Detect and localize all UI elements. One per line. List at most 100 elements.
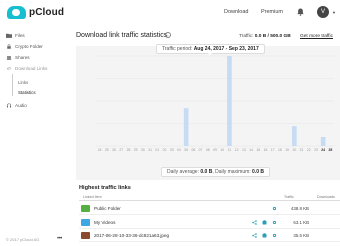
column-header-linked-item[interactable]: Linked Item xyxy=(83,195,102,199)
traffic-summary: Traffic: 0.0 B / 500.0 GB xyxy=(239,34,291,39)
x-tick-label: 05 xyxy=(184,148,188,152)
table-header: Linked Item Traffic Downloads xyxy=(79,194,340,201)
traffic-value: 438.8 KB xyxy=(290,206,309,211)
image-thumbnail xyxy=(81,232,90,239)
chevron-down-icon[interactable]: ▼ xyxy=(332,10,336,15)
notification-bell-icon[interactable] xyxy=(297,8,304,16)
sidebar-item-crypto-folder[interactable]: Crypto Folder xyxy=(6,44,43,49)
x-tick-label: 30 xyxy=(141,148,145,152)
x-tick-label: 04 xyxy=(177,148,181,152)
traffic-bar-chart: 24 25 26 27 28 29 30 31 01 02 03 04 05 06 07 08 09 10 11 12… xyxy=(96,55,334,152)
cloud-logo-icon xyxy=(7,6,26,19)
sidebar-item-label: Shares xyxy=(15,55,30,60)
x-tick-label: 02 xyxy=(163,148,167,152)
daily-stats-badge: Daily average: 0.0 B, Daily maximum: 0.0… xyxy=(161,167,270,177)
x-tick-label: 25 xyxy=(329,148,333,152)
settings-gear-icon[interactable] xyxy=(272,220,277,225)
column-header-downloads[interactable]: Downloads xyxy=(317,195,335,199)
link-name[interactable]: My Videos xyxy=(94,220,115,225)
user-avatar[interactable]: V xyxy=(317,6,329,18)
traffic-value: 0.0 B / 500.0 GB xyxy=(254,34,291,39)
nav-download[interactable]: Download xyxy=(224,9,248,15)
share-icon[interactable] xyxy=(252,233,257,238)
daily-max-value: 0.0 B xyxy=(252,169,264,175)
headphones-icon xyxy=(6,103,12,108)
traffic-value: 63.1 KB xyxy=(293,219,309,225)
x-tick-label: 13 xyxy=(242,148,246,152)
traffic-period-badge: Traffic period: Aug 24, 2017 - Sep 23, 2… xyxy=(156,44,265,56)
share-icon[interactable] xyxy=(252,219,257,225)
period-label: Traffic period: xyxy=(162,46,194,52)
lock-icon xyxy=(7,44,11,49)
brand-name: pCloud xyxy=(29,7,65,18)
x-tick-label: 11 xyxy=(228,148,232,152)
x-tick-label: 16 xyxy=(264,148,268,152)
x-tick-label: 10 xyxy=(220,148,224,152)
copy-link-icon[interactable] xyxy=(262,233,267,238)
sidebar-item-audio[interactable]: Audio xyxy=(6,103,27,108)
x-tick-label: 15 xyxy=(256,148,260,152)
settings-gear-icon[interactable] xyxy=(272,233,277,238)
sidebar-item-label: Download Links xyxy=(15,66,48,71)
top-header: pCloud Download Premium V ▼ xyxy=(0,0,340,26)
sidebar-item-label: Audio xyxy=(15,103,27,108)
x-tick-label: 21 xyxy=(300,148,304,152)
table-row[interactable]: Public Folder 438.8 KB xyxy=(79,202,340,215)
link-name[interactable]: 2017-06-28-10-33-36-dc821a63.jpeg xyxy=(94,233,169,238)
x-tick-label: 23 xyxy=(314,148,318,152)
sidebar-item-statistics[interactable]: Statistics xyxy=(18,90,36,95)
x-tick-label: 03 xyxy=(170,148,174,152)
x-tick-label: 06 xyxy=(191,148,195,152)
chart-bar[interactable] xyxy=(183,108,189,146)
get-more-traffic-link[interactable]: Get more traffic xyxy=(300,34,333,39)
x-tick-label: 24 xyxy=(321,148,325,152)
daily-max-label: , Daily maximum: xyxy=(212,169,253,175)
chart-bar[interactable] xyxy=(227,56,232,146)
x-tick-label: 25 xyxy=(105,148,109,152)
x-tick-label: 31 xyxy=(148,148,152,152)
x-tick-label: 28 xyxy=(127,148,131,152)
nav-premium[interactable]: Premium xyxy=(261,9,283,15)
column-header-traffic[interactable]: Traffic xyxy=(284,195,294,199)
main-content: Download link traffic statistics i Traff… xyxy=(76,26,340,246)
table-row[interactable]: Latest Screenshots33.0 KB xyxy=(79,243,340,246)
folder-icon xyxy=(81,218,90,226)
table-row[interactable]: My Videos 63.1 KB xyxy=(79,216,340,229)
x-tick-label: 17 xyxy=(271,148,275,152)
sidebar-item-label: Files xyxy=(15,33,25,38)
table-row[interactable]: 2017-06-28-10-33-36-dc821a63.jpeg 35.5 KB xyxy=(79,229,340,242)
x-tick-label: 09 xyxy=(213,148,217,152)
x-tick-label: 22 xyxy=(307,148,311,152)
sidebar: Files Crypto Folder Shares Download Link… xyxy=(0,26,68,246)
chart-bar[interactable] xyxy=(320,137,326,146)
settings-gear-icon[interactable] xyxy=(272,206,277,211)
files-icon xyxy=(6,33,12,38)
traffic-value: 35.5 KB xyxy=(293,233,309,238)
link-icon xyxy=(7,66,11,70)
x-tick-label: 18 xyxy=(278,148,282,152)
daily-average-label: Daily average: xyxy=(167,169,201,175)
more-options-icon[interactable]: ••• xyxy=(57,236,62,242)
share-icon xyxy=(6,56,12,60)
tree-connector xyxy=(12,74,13,96)
sidebar-item-label: Crypto Folder xyxy=(15,44,43,49)
x-tick-label: 08 xyxy=(206,148,210,152)
sidebar-item-files[interactable]: Files xyxy=(6,33,25,38)
table-title: Highest traffic links xyxy=(79,185,131,191)
sidebar-item-shares[interactable]: Shares xyxy=(6,55,30,60)
info-icon[interactable]: i xyxy=(165,32,171,38)
link-name[interactable]: Public Folder xyxy=(94,206,121,211)
x-tick-label: 24 xyxy=(98,148,102,152)
daily-average-value: 0.0 B xyxy=(200,169,213,175)
period-value: Aug 24, 2017 - Sep 23, 2017 xyxy=(193,46,259,52)
copy-link-icon[interactable] xyxy=(262,219,267,225)
x-tick-label: 26 xyxy=(112,148,116,152)
traffic-label: Traffic: xyxy=(239,34,255,39)
sidebar-item-download-links[interactable]: Download Links xyxy=(6,66,47,71)
folder-icon xyxy=(81,205,90,212)
sidebar-item-links[interactable]: Links xyxy=(18,80,28,85)
x-tick-label: 14 xyxy=(249,148,253,152)
pcloud-logo[interactable]: pCloud xyxy=(7,6,64,19)
chart-bar[interactable] xyxy=(292,126,297,146)
copyright-text: © 2017 pCloud AG xyxy=(6,237,40,242)
